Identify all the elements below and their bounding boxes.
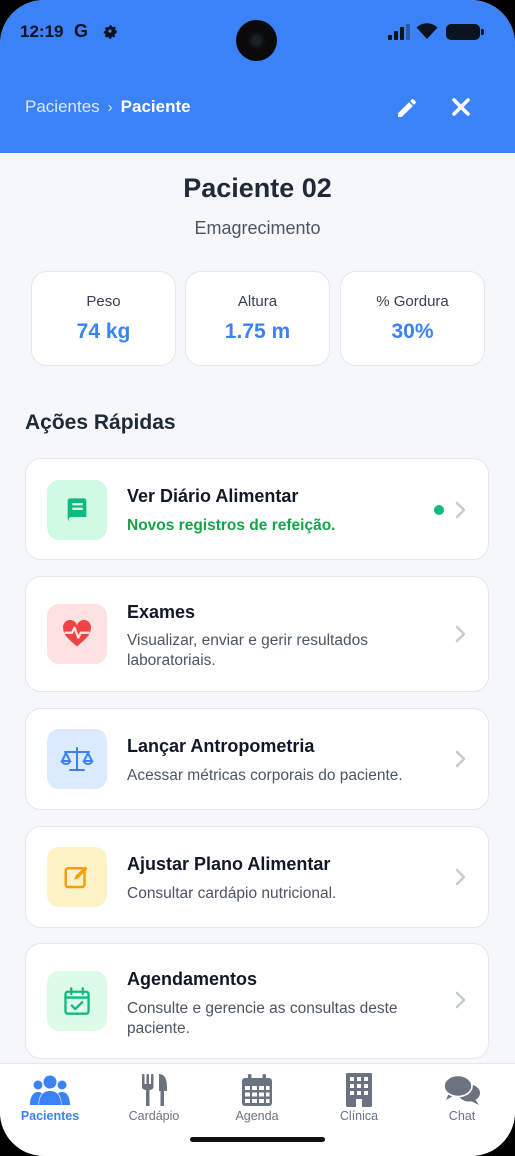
heartbeat-icon — [47, 604, 107, 664]
status-bar: 12:19 G — [0, 0, 515, 70]
chevron-right-icon — [455, 991, 466, 1009]
front-camera — [236, 20, 277, 61]
chevron-right-icon — [455, 750, 466, 768]
pencil-icon[interactable] — [395, 96, 419, 120]
battery-icon — [446, 24, 484, 40]
wifi-icon — [416, 23, 438, 39]
book-icon — [47, 480, 107, 540]
new-records-badge — [434, 505, 444, 515]
settings-gear-icon — [103, 25, 118, 39]
nav-item-cardapio[interactable]: Cardápio — [109, 1072, 199, 1123]
stat-label: Peso — [86, 293, 121, 310]
nav-item-chat[interactable]: Chat — [417, 1072, 507, 1123]
chat-icon — [417, 1072, 507, 1108]
card-desc: Consulte e gerencie as consultas deste p… — [127, 1000, 398, 1037]
card-title: Ajustar Plano Alimentar — [127, 854, 331, 874]
card-desc: Visualizar, enviar e gerir resultados la… — [127, 632, 368, 669]
bottom-nav: Pacientes Cardápio Agenda Clínica Chat — [0, 1063, 515, 1156]
action-card-antropometria[interactable]: Lançar Antropometria Acessar métricas co… — [25, 708, 489, 810]
card-desc: Acessar métricas corporais do paciente. — [127, 767, 403, 784]
breadcrumb: Pacientes › Paciente — [25, 97, 191, 117]
stat-card-peso: Peso 74 kg — [31, 271, 176, 366]
card-title: Ver Diário Alimentar — [127, 486, 299, 506]
breadcrumb-pacientes-link[interactable]: Pacientes — [25, 97, 100, 117]
breadcrumb-separator: › — [107, 98, 113, 116]
card-desc: Novos registros de refeição. — [127, 517, 336, 534]
edit-square-icon — [47, 847, 107, 907]
breadcrumb-current: Paciente — [120, 97, 191, 116]
stat-label: % Gordura — [376, 293, 449, 310]
stat-card-gordura: % Gordura 30% — [340, 271, 485, 366]
close-icon[interactable] — [449, 95, 473, 119]
nav-label: Pacientes — [20, 1109, 80, 1123]
users-icon — [5, 1072, 95, 1108]
nav-label: Agenda — [235, 1109, 279, 1123]
building-icon — [314, 1072, 404, 1108]
stat-value: 30% — [391, 320, 434, 343]
quick-actions-title: Ações Rápidas — [25, 411, 176, 434]
nav-label: Cardápio — [128, 1109, 180, 1123]
stat-value: 74 kg — [76, 320, 131, 343]
nav-label: Chat — [448, 1109, 476, 1123]
stat-value: 1.75 m — [224, 320, 291, 343]
status-time: 12:19 — [20, 22, 64, 41]
card-title: Exames — [127, 602, 196, 622]
calendar-check-icon — [47, 971, 107, 1031]
stat-label: Altura — [237, 293, 278, 310]
card-title: Agendamentos — [127, 969, 258, 989]
nav-item-agenda[interactable]: Agenda — [212, 1072, 302, 1123]
nav-label: Clínica — [339, 1109, 379, 1123]
action-card-exames[interactable]: Exames Visualizar, enviar e gerir result… — [25, 576, 489, 692]
app-header: 12:19 G Pacientes › Paciente — [0, 0, 515, 153]
chevron-right-icon — [455, 625, 466, 643]
google-icon: G — [74, 21, 89, 41]
utensils-icon — [109, 1072, 199, 1108]
signal-icon — [388, 24, 410, 40]
chevron-right-icon — [455, 501, 466, 519]
card-title: Lançar Antropometria — [127, 736, 315, 756]
phone-screen: 12:19 G Pacientes › Paciente Paciente 02… — [0, 0, 515, 1156]
action-card-plano[interactable]: Ajustar Plano Alimentar Consultar cardáp… — [25, 826, 489, 928]
patient-goal: Emagrecimento — [194, 218, 321, 238]
card-desc: Consultar cardápio nutricional. — [127, 885, 337, 902]
nav-item-clinica[interactable]: Clínica — [314, 1072, 404, 1123]
action-card-diario[interactable]: Ver Diário Alimentar Novos registros de … — [25, 458, 489, 560]
home-indicator — [190, 1137, 325, 1142]
chevron-right-icon — [455, 868, 466, 886]
patient-name: Paciente 02 — [183, 173, 332, 203]
calendar-icon — [212, 1072, 302, 1108]
stat-card-altura: Altura 1.75 m — [185, 271, 330, 366]
scale-icon — [47, 729, 107, 789]
nav-item-pacientes[interactable]: Pacientes — [5, 1072, 95, 1123]
action-card-agendamentos[interactable]: Agendamentos Consulte e gerencie as cons… — [25, 943, 489, 1059]
